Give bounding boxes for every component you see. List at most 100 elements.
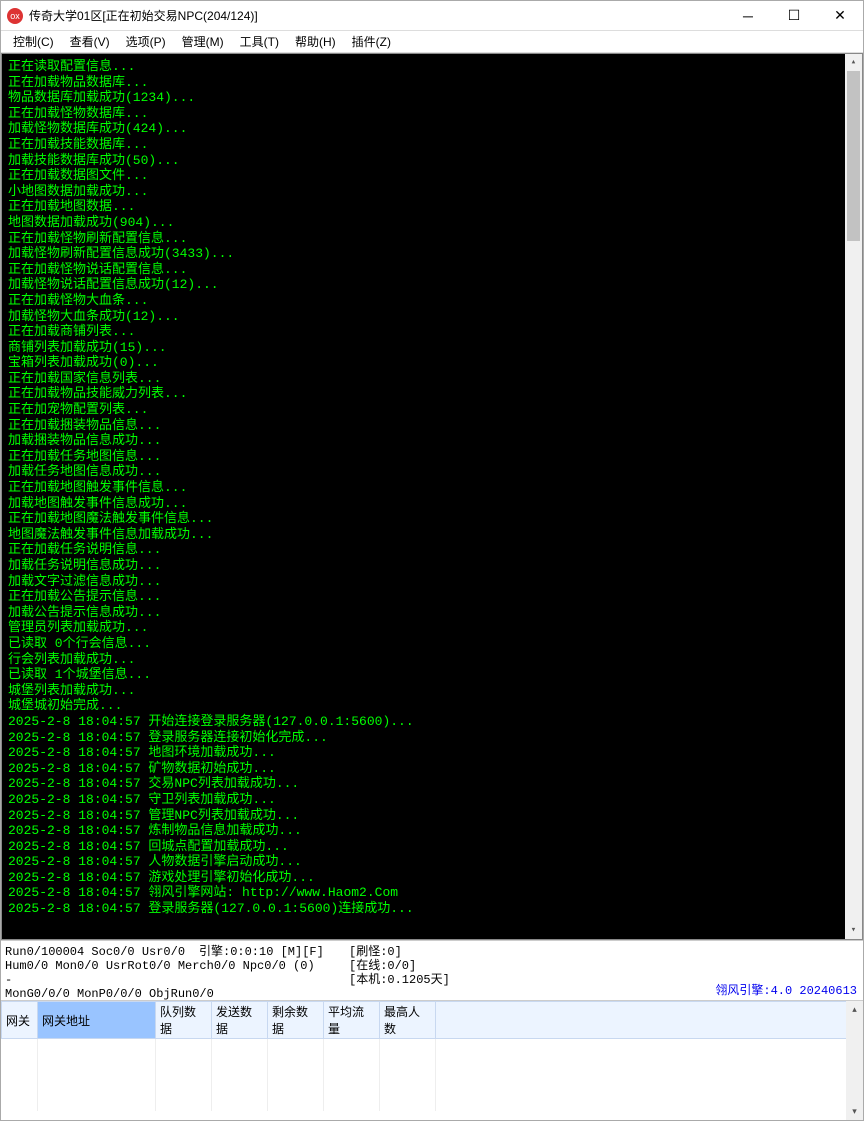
menu-plugins[interactable]: 插件(Z) — [344, 31, 399, 52]
console-line: 正在加载任务说明信息... — [8, 542, 856, 558]
console-line: 正在加载国家信息列表... — [8, 371, 856, 387]
console-line: 正在加载怪物刷新配置信息... — [8, 231, 856, 247]
menu-manage[interactable]: 管理(M) — [174, 31, 232, 52]
engine-version-label: 翎风引擎:4.0 20240613 — [715, 984, 857, 998]
scroll-down-icon[interactable]: ▾ — [846, 1103, 863, 1120]
console-line: 正在加载地图触发事件信息... — [8, 480, 856, 496]
console-line: 2025-2-8 18:04:57 炼制物品信息加载成功... — [8, 823, 856, 839]
status-mong: MonG0/0/0 MonP0/0/0 ObjRun0/0 — [5, 987, 214, 1001]
status-local: [本机:0.1205天] — [349, 973, 649, 987]
console-line: 加载地图触发事件信息成功... — [8, 496, 856, 512]
scroll-up-icon[interactable]: ▴ — [846, 1001, 863, 1018]
console-line: 物品数据库加载成功(1234)... — [8, 90, 856, 106]
gateway-table-wrap: 网关 网关地址 队列数据 发送数据 剩余数据 平均流量 最高人数 ▴ ▾ — [1, 1000, 863, 1120]
console-output: 正在读取配置信息...正在加载物品数据库...物品数据库加载成功(1234)..… — [1, 53, 863, 940]
console-line: 正在加载技能数据库... — [8, 137, 856, 153]
console-line: 已读取 1个城堡信息... — [8, 667, 856, 683]
scroll-up-icon[interactable]: ▴ — [845, 54, 862, 71]
console-line: 正在加载怪物说话配置信息... — [8, 262, 856, 278]
console-line: 管理员列表加载成功... — [8, 620, 856, 636]
console-line: 地图魔法触发事件信息加载成功... — [8, 527, 856, 543]
app-icon: ox — [7, 8, 23, 24]
scrollbar-thumb[interactable] — [847, 71, 860, 241]
console-line: 正在加载数据图文件... — [8, 168, 856, 184]
console-line: 2025-2-8 18:04:57 守卫列表加载成功... — [8, 792, 856, 808]
console-line: 2025-2-8 18:04:57 登录服务器(127.0.0.1:5600)连… — [8, 901, 856, 917]
menu-control[interactable]: 控制(C) — [5, 31, 62, 52]
menu-help[interactable]: 帮助(H) — [287, 31, 344, 52]
console-line: 加载任务说明信息成功... — [8, 558, 856, 574]
titlebar: ox 传奇大学01区[正在初始交易NPC(204/124)] ─ ☐ ✕ — [1, 1, 863, 31]
console-line: 城堡城初始完成... — [8, 698, 856, 714]
table-row[interactable] — [2, 1057, 863, 1075]
console-line: 宝箱列表加载成功(0)... — [8, 355, 856, 371]
console-line: 正在加载地图魔法触发事件信息... — [8, 511, 856, 527]
console-line: 加载怪物刷新配置信息成功(3433)... — [8, 246, 856, 262]
console-line: 2025-2-8 18:04:57 人物数据引擎启动成功... — [8, 854, 856, 870]
console-line: 正在加载物品数据库... — [8, 75, 856, 91]
console-line: 2025-2-8 18:04:57 游戏处理引擎初始化成功... — [8, 870, 856, 886]
status-dash: - — [5, 973, 349, 987]
scroll-down-icon[interactable]: ▾ — [845, 922, 862, 939]
table-row[interactable] — [2, 1093, 863, 1111]
col-filler — [436, 1002, 863, 1039]
status-engine: 引擎:0:0:10 [M][F] — [199, 945, 349, 959]
menu-tools[interactable]: 工具(T) — [232, 31, 287, 52]
console-line: 地图数据加载成功(904)... — [8, 215, 856, 231]
col-gateway[interactable]: 网关 — [2, 1002, 38, 1039]
console-line: 加载怪物数据库成功(424)... — [8, 121, 856, 137]
status-block: Run0/100004 Soc0/0 Usr0/0 引擎:0:0:10 [M][… — [1, 940, 863, 1000]
window-title: 传奇大学01区[正在初始交易NPC(204/124)] — [29, 7, 725, 24]
col-gateway-addr[interactable]: 网关地址 — [38, 1002, 156, 1039]
console-line: 加载怪物说话配置信息成功(12)... — [8, 277, 856, 293]
console-line: 正在加载捆装物品信息... — [8, 418, 856, 434]
console-line: 正在加载商铺列表... — [8, 324, 856, 340]
table-row[interactable] — [2, 1039, 863, 1057]
menubar: 控制(C) 查看(V) 选项(P) 管理(M) 工具(T) 帮助(H) 插件(Z… — [1, 31, 863, 53]
console-line: 正在加载物品技能威力列表... — [8, 386, 856, 402]
console-line: 正在加载地图数据... — [8, 199, 856, 215]
console-line: 已读取 0个行会信息... — [8, 636, 856, 652]
maximize-button[interactable]: ☐ — [771, 1, 817, 31]
table-scrollbar[interactable]: ▴ ▾ — [846, 1001, 863, 1120]
console-line: 正在加载怪物数据库... — [8, 106, 856, 122]
console-line: 正在加载怪物大血条... — [8, 293, 856, 309]
console-line: 加载公告提示信息成功... — [8, 605, 856, 621]
minimize-button[interactable]: ─ — [725, 1, 771, 31]
console-line: 加载怪物大血条成功(12)... — [8, 309, 856, 325]
console-line: 加载技能数据库成功(50)... — [8, 153, 856, 169]
col-avgflow[interactable]: 平均流量 — [324, 1002, 380, 1039]
console-line: 2025-2-8 18:04:57 翎风引擎网站: http://www.Hao… — [8, 885, 856, 901]
console-line: 正在读取配置信息... — [8, 59, 856, 75]
menu-view[interactable]: 查看(V) — [62, 31, 118, 52]
col-remain[interactable]: 剩余数据 — [268, 1002, 324, 1039]
console-line: 2025-2-8 18:04:57 交易NPC列表加载成功... — [8, 776, 856, 792]
console-line: 2025-2-8 18:04:57 矿物数据初始成功... — [8, 761, 856, 777]
console-line: 加载任务地图信息成功... — [8, 464, 856, 480]
col-send[interactable]: 发送数据 — [212, 1002, 268, 1039]
status-run: Run0/100004 Soc0/0 Usr0/0 — [5, 945, 199, 959]
table-row[interactable] — [2, 1075, 863, 1093]
console-scrollbar[interactable]: ▴▾ — [845, 54, 862, 939]
console-line: 加载捆装物品信息成功... — [8, 433, 856, 449]
menu-options[interactable]: 选项(P) — [118, 31, 174, 52]
console-line: 2025-2-8 18:04:57 开始连接登录服务器(127.0.0.1:56… — [8, 714, 856, 730]
console-line: 商铺列表加载成功(15)... — [8, 340, 856, 356]
col-queue[interactable]: 队列数据 — [156, 1002, 212, 1039]
console-line: 正在加载任务地图信息... — [8, 449, 856, 465]
status-hum: Hum0/0 Mon0/0 UsrRot0/0 Merch0/0 Npc0/0 … — [5, 959, 349, 973]
console-line: 2025-2-8 18:04:57 回城点配置加载成功... — [8, 839, 856, 855]
col-maxppl[interactable]: 最高人数 — [380, 1002, 436, 1039]
console-line: 城堡列表加载成功... — [8, 683, 856, 699]
console-line: 加载文字过滤信息成功... — [8, 574, 856, 590]
status-online: [在线:0/0] — [349, 959, 649, 973]
gateway-table: 网关 网关地址 队列数据 发送数据 剩余数据 平均流量 最高人数 — [1, 1001, 863, 1111]
console-line: 正在加宠物配置列表... — [8, 402, 856, 418]
status-brush: [刷怪:0] — [349, 945, 649, 959]
console-line: 正在加载公告提示信息... — [8, 589, 856, 605]
console-line: 2025-2-8 18:04:57 管理NPC列表加载成功... — [8, 808, 856, 824]
console-line: 行会列表加载成功... — [8, 652, 856, 668]
console-line: 小地图数据加载成功... — [8, 184, 856, 200]
console-line: 2025-2-8 18:04:57 地图环境加载成功... — [8, 745, 856, 761]
close-button[interactable]: ✕ — [817, 1, 863, 31]
